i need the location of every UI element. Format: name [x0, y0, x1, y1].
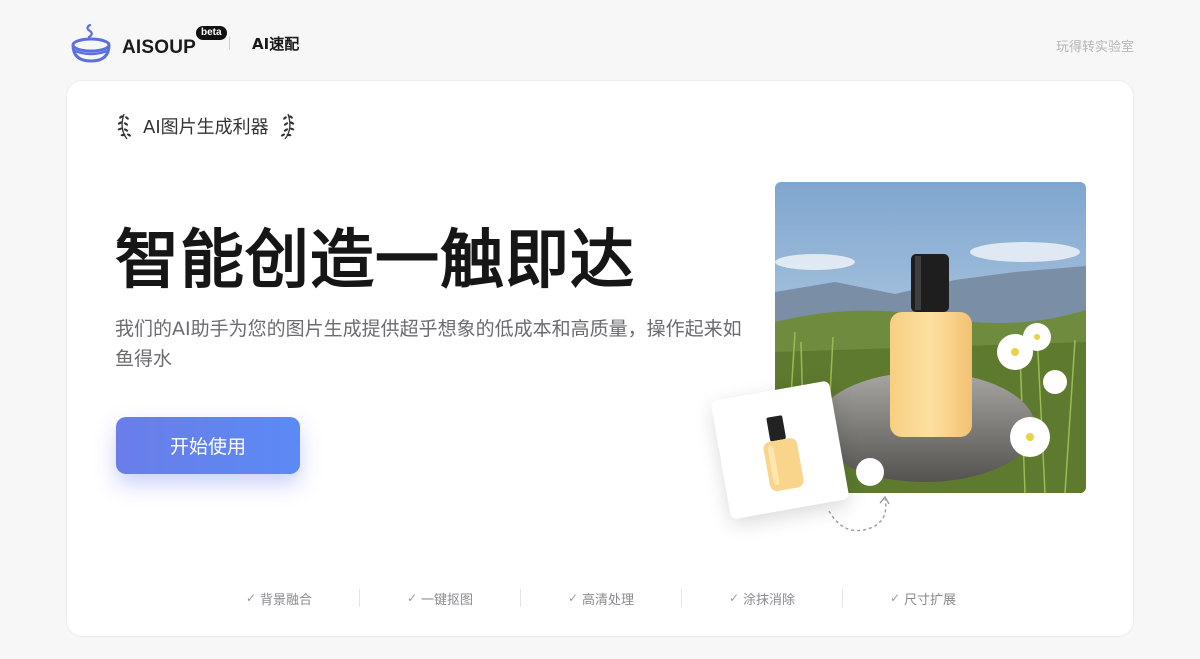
feature-item: ✓ 尺寸扩展: [843, 589, 1003, 608]
product-name: AI速配: [252, 35, 300, 53]
laurel-left-icon: [117, 113, 131, 140]
check-icon: ✓: [567, 591, 579, 605]
aisoup-logo[interactable]: AISOUP beta: [70, 22, 230, 66]
hero-title: 智能创造一触即达: [115, 224, 635, 298]
soup-bowl-icon: [71, 23, 111, 63]
feature-label: 涂抹消除: [743, 592, 796, 608]
start-button[interactable]: 开始使用: [116, 417, 300, 474]
feature-label: 背景融合: [260, 592, 313, 608]
tagline: AI图片生成利器: [115, 111, 297, 141]
tagline-text: AI图片生成利器: [143, 117, 269, 138]
feature-label: 一键抠图: [421, 592, 474, 608]
logo-text: AISOUP: [122, 37, 197, 58]
header-divider: [229, 36, 230, 50]
feature-label: 高清处理: [582, 592, 635, 608]
dashed-arrow-icon: [828, 495, 890, 532]
feature-label: 尺寸扩展: [904, 592, 957, 608]
beta-badge: beta: [196, 26, 227, 40]
laurel-right-icon: [280, 113, 294, 140]
top-header: AISOUP beta AI速配 玩得转实验室: [0, 0, 1200, 80]
check-icon: ✓: [728, 591, 740, 605]
feature-item: ✓ 高清处理: [521, 589, 681, 608]
lab-link[interactable]: 玩得转实验室: [1056, 36, 1134, 55]
check-icon: ✓: [406, 591, 418, 605]
hero-card: AI图片生成利器 智能创造一触即达 我们的AI助手为您的图片生成提供超乎想象的低…: [66, 80, 1134, 637]
check-icon: ✓: [889, 591, 901, 605]
feature-item: ✓ 一键抠图: [360, 589, 520, 608]
check-icon: ✓: [245, 591, 257, 605]
hero-description: 我们的AI助手为您的图片生成提供超乎想象的低成本和高质量，操作起来如鱼得水: [115, 318, 742, 370]
feature-item: ✓ 涂抹消除: [682, 589, 842, 608]
feature-list: ✓ 背景融合 ✓ 一键抠图 ✓ 高清处理 ✓ 涂抹消除 ✓ 尺寸扩展: [167, 587, 1035, 609]
feature-item: ✓ 背景融合: [199, 589, 359, 608]
